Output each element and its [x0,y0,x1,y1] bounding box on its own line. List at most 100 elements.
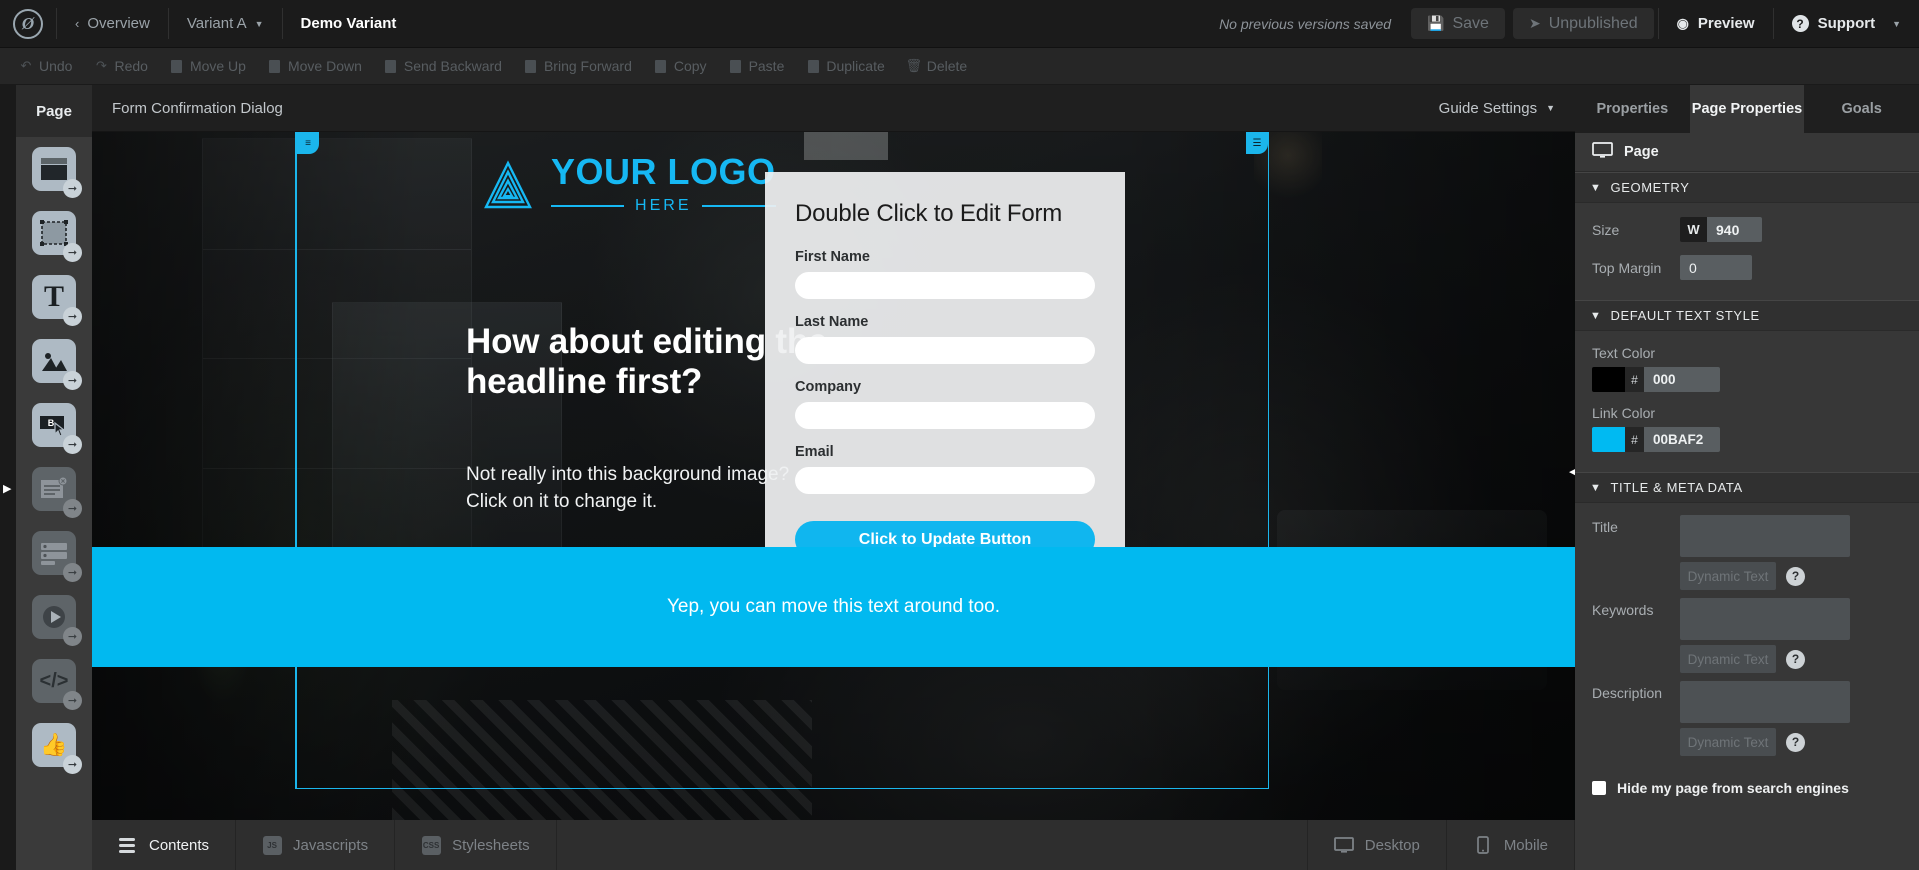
monitor-icon [1592,141,1613,163]
overview-link[interactable]: ‹ Overview [57,0,168,47]
meta-label: TITLE & META DATA [1610,480,1743,495]
help-icon[interactable]: ? [1786,649,1805,669]
lead-form-card[interactable]: Double Click to Edit Form First Name Las… [765,172,1125,558]
title-row: Title [1592,515,1902,557]
last-name-input[interactable] [795,337,1095,364]
keywords-dynamic-row: Dynamic Text ? [1680,645,1902,673]
text-style-label: DEFAULT TEXT STYLE [1610,308,1760,323]
tab-stylesheets[interactable]: CSS Stylesheets [395,820,557,870]
view-mobile[interactable]: Mobile [1447,820,1575,870]
top-margin-row: Top Margin 0 [1592,255,1902,280]
description-textarea[interactable] [1680,681,1850,723]
brand-logo-block[interactable]: YOUR LOGO HERE [480,154,776,215]
section-title-meta-data[interactable]: ▼ TITLE & META DATA [1575,472,1919,503]
text-color-hex[interactable]: 000 [1644,367,1720,392]
view-desktop[interactable]: Desktop [1308,820,1447,870]
button-tool[interactable]: B ➞ [16,393,92,457]
guide-line-left[interactable] [296,132,297,788]
keywords-textarea[interactable] [1680,598,1850,640]
hide-from-search-row[interactable]: Hide my page from search engines [1575,774,1919,796]
page-canvas[interactable]: ≡ ☰ YOUR LOGO HERE How about editing the… [92,132,1575,820]
question-mark-icon: ? [1791,15,1809,32]
add-arrow-icon: ➞ [63,499,82,518]
popup-tool[interactable]: ➞ [16,457,92,521]
action-delete[interactable]: 🗑 Delete [896,58,978,74]
action-duplicate[interactable]: Duplicate [795,58,895,74]
top-margin-input[interactable]: 0 [1680,255,1752,280]
left-collapse-rail[interactable]: ▶ [0,85,16,870]
tab-goals[interactable]: Goals [1804,85,1919,133]
band-text[interactable]: Yep, you can move this text around too. [667,596,1000,618]
email-input[interactable] [795,467,1095,494]
variant-dropdown[interactable]: Variant A ▼ [169,0,282,47]
action-move-up[interactable]: Move Up [159,58,257,74]
action-copy[interactable]: Copy [643,58,718,74]
code-tool[interactable]: </> ➞ [16,649,92,713]
action-paste[interactable]: Paste [718,58,796,74]
guide-marker-right[interactable]: ☰ [1246,132,1268,154]
unpublished-button[interactable]: ➤ Unpublished [1512,8,1654,39]
text-tool[interactable]: T ➞ [16,265,92,329]
first-name-input[interactable] [795,272,1095,299]
top-margin-label: Top Margin [1592,259,1662,276]
section-geometry[interactable]: ▼ GEOMETRY [1575,172,1919,203]
text-color-swatch[interactable] [1592,367,1625,392]
link-color-label: Link Color [1592,405,1656,421]
support-menu[interactable]: ? Support ▼ [1774,0,1919,47]
tab-page-properties[interactable]: Page Properties [1689,85,1805,133]
preview-label: Preview [1697,15,1755,32]
preview-button[interactable]: ◉ Preview [1659,0,1773,47]
company-input[interactable] [795,402,1095,429]
brand-sub-label: HERE [635,197,692,214]
variant-label: Variant A [186,15,247,32]
cyan-band-section[interactable]: Yep, you can move this text around too. [92,547,1575,667]
action-move-down[interactable]: Move Down [257,58,373,74]
title-dynamic-text-button[interactable]: Dynamic Text [1680,562,1776,590]
action-redo[interactable]: ↷ Redo [83,58,158,74]
box-tool[interactable]: ➞ [16,201,92,265]
canvas-header: Form Confirmation Dialog Guide Settings … [92,85,1575,132]
link-color-field[interactable]: # 00BAF2 [1592,427,1720,452]
page-tab[interactable]: Page [16,85,92,137]
copy-icon [654,59,668,74]
form-tool[interactable]: ➞ [16,521,92,585]
tab-contents[interactable]: Contents [92,820,237,870]
tab-javascripts[interactable]: JS Javascripts [236,820,396,870]
link-color-swatch[interactable] [1592,427,1625,452]
help-icon[interactable]: ? [1786,732,1805,752]
guide-settings-dropdown[interactable]: Guide Settings ▼ [1439,100,1555,117]
app-logo-cell[interactable]: Ø [0,0,56,47]
canvas-title: Form Confirmation Dialog [112,99,283,117]
guide-line-right[interactable] [1268,132,1269,788]
guide-marker-left[interactable]: ≡ [297,132,319,154]
text-style-body: Text Color # 000 Link Color # 00BAF2 [1575,331,1919,472]
bottom-bar: Contents JS Javascripts CSS Stylesheets … [92,820,1575,870]
top-toolbar-right: No previous versions saved 💾 Save ➤ Unpu… [1203,0,1919,47]
width-value[interactable]: 940 [1707,217,1762,242]
width-field[interactable]: W 940 [1680,217,1762,242]
image-tool[interactable]: ➞ [16,329,92,393]
keywords-dynamic-text-button[interactable]: Dynamic Text [1680,645,1776,673]
hide-from-search-checkbox[interactable] [1592,781,1606,795]
video-tool[interactable]: ➞ [16,585,92,649]
section-default-text-style[interactable]: ▼ DEFAULT TEXT STYLE [1575,300,1919,331]
description-dynamic-text-button[interactable]: Dynamic Text [1680,728,1776,756]
social-tool[interactable]: 👍 ➞ [16,713,92,777]
tab-properties[interactable]: Properties [1575,85,1690,133]
eye-icon: ◉ [1676,15,1689,31]
link-color-hex[interactable]: 00BAF2 [1644,427,1720,452]
action-bring-forward[interactable]: Bring Forward [513,58,643,74]
rail-expand-handle[interactable]: ▶ [3,475,13,501]
action-send-backward[interactable]: Send Backward [373,58,513,74]
save-button[interactable]: 💾 Save [1411,8,1505,39]
mobile-label: Mobile [1503,836,1548,854]
text-color-field[interactable]: # 000 [1592,367,1720,392]
help-icon[interactable]: ? [1786,566,1805,586]
bottom-bar-spacer [557,820,1308,870]
panel-tabs: Properties Page Properties Goals [1575,85,1919,133]
section-tool[interactable]: ➞ [16,137,92,201]
action-undo[interactable]: ↶ Undo [8,58,83,74]
view-switcher: Desktop Mobile [1308,820,1575,870]
hero-subcopy[interactable]: Not really into this background image? C… [466,462,806,516]
title-textarea[interactable] [1680,515,1850,557]
